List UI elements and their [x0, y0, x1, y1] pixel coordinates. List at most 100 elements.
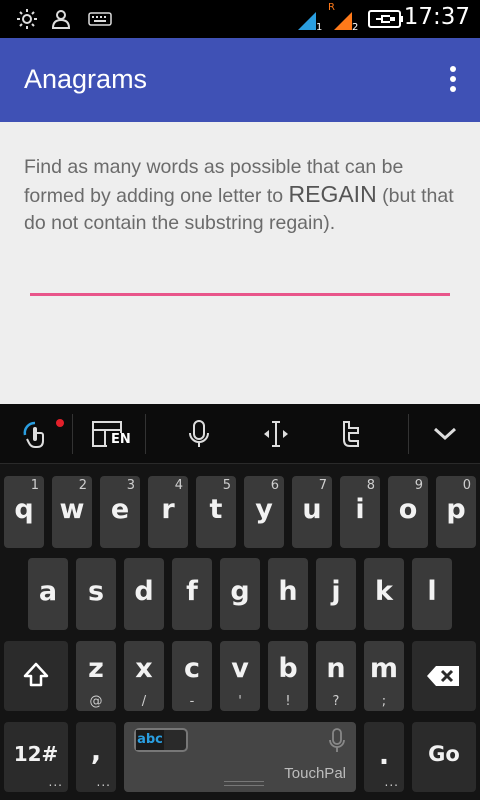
- key-label: u: [302, 494, 322, 525]
- key-label: e: [110, 494, 130, 525]
- answer-input[interactable]: [30, 262, 450, 296]
- comma-key[interactable]: , ...: [76, 722, 116, 792]
- phone-screen: 1 R 2 17:37 Anagrams Find as many words …: [0, 0, 480, 800]
- status-bar: 1 R 2 17:37: [0, 0, 480, 38]
- shift-icon: [23, 662, 49, 687]
- key-label: f: [186, 576, 198, 607]
- battery-charging-icon: [368, 10, 403, 28]
- key-hint: 0: [462, 478, 471, 493]
- brand-label: TouchPal: [284, 765, 346, 782]
- key-q[interactable]: q1: [4, 476, 44, 548]
- cursor-icon: [264, 421, 288, 447]
- key-secondary: /: [141, 694, 147, 709]
- key-a[interactable]: a: [28, 558, 68, 630]
- key-secondary: -: [189, 694, 195, 709]
- key-label: y: [255, 494, 273, 525]
- key-e[interactable]: e3: [100, 476, 140, 548]
- backspace-icon: [427, 666, 459, 686]
- key-hint: 1: [30, 478, 39, 493]
- period-key[interactable]: . ...: [364, 722, 404, 792]
- key-p[interactable]: p0: [436, 476, 476, 548]
- abc-label: abc: [136, 730, 164, 750]
- key-label: w: [59, 494, 85, 525]
- key-m[interactable]: m;: [364, 641, 404, 711]
- key-g[interactable]: g: [220, 558, 260, 630]
- key-label: c: [183, 653, 200, 684]
- key-secondary: ': [238, 694, 242, 709]
- key-b[interactable]: b!: [268, 641, 308, 711]
- key-v[interactable]: v ': [220, 641, 260, 711]
- key-label: q: [14, 494, 34, 525]
- keyboard-toolbar: EN: [0, 404, 480, 464]
- key-label: d: [134, 576, 154, 607]
- key-hint: 6: [270, 478, 279, 493]
- key-label: o: [398, 494, 418, 525]
- clock: 17:37: [403, 4, 470, 30]
- key-label: m: [369, 653, 399, 684]
- key-k[interactable]: k: [364, 558, 404, 630]
- key-z[interactable]: z @: [76, 641, 116, 711]
- sim2-label: 2: [352, 22, 359, 33]
- symbols-more-dots: ...: [48, 775, 63, 789]
- key-hint: 8: [366, 478, 375, 493]
- key-d[interactable]: d: [124, 558, 164, 630]
- key-f[interactable]: f: [172, 558, 212, 630]
- space-key[interactable]: abc TouchPal: [124, 722, 356, 792]
- go-key[interactable]: Go: [412, 722, 476, 792]
- key-w[interactable]: w2: [52, 476, 92, 548]
- key-c[interactable]: c-: [172, 641, 212, 711]
- cursor-button[interactable]: [240, 404, 312, 464]
- shift-key[interactable]: [4, 641, 68, 711]
- key-u[interactable]: u7: [292, 476, 332, 548]
- key-s[interactable]: s: [76, 558, 116, 630]
- key-label: b: [278, 653, 298, 684]
- key-label: k: [375, 576, 393, 607]
- space-bar-line: [224, 785, 264, 786]
- key-label: r: [161, 494, 175, 525]
- key-label: g: [230, 576, 250, 607]
- key-label: h: [278, 576, 298, 607]
- key-h[interactable]: h: [268, 558, 308, 630]
- key-i[interactable]: i8: [340, 476, 380, 548]
- period-more-dots: ...: [384, 775, 399, 789]
- backspace-key[interactable]: [412, 641, 476, 711]
- key-hint: 4: [174, 478, 183, 493]
- key-n[interactable]: n?: [316, 641, 356, 711]
- notification-dot: [56, 419, 64, 427]
- symbols-key[interactable]: 12# ...: [4, 722, 68, 792]
- key-hint: 9: [414, 478, 423, 493]
- go-label: Go: [428, 742, 460, 766]
- key-x[interactable]: x /: [124, 641, 164, 711]
- key-l[interactable]: l: [412, 558, 452, 630]
- key-secondary: !: [285, 694, 291, 709]
- key-label: l: [427, 576, 437, 607]
- key-secondary: @: [89, 694, 103, 709]
- key-label: j: [331, 576, 341, 607]
- key-y[interactable]: y6: [244, 476, 284, 548]
- voice-input-button[interactable]: [163, 404, 235, 464]
- key-hint: 3: [126, 478, 135, 493]
- key-o[interactable]: o9: [388, 476, 428, 548]
- main-content: Find as many words as possible that can …: [0, 122, 480, 404]
- microphone-icon: [189, 420, 209, 447]
- language-toggle[interactable]: abc: [134, 728, 188, 752]
- microphone-icon: [329, 728, 345, 752]
- layout-button[interactable]: EN: [73, 404, 145, 464]
- key-j[interactable]: j: [316, 558, 356, 630]
- key-r[interactable]: r4: [148, 476, 188, 548]
- gesture-button[interactable]: [0, 404, 72, 464]
- collapse-keyboard-button[interactable]: [409, 404, 480, 464]
- key-secondary: ;: [381, 694, 387, 709]
- twitter-icon: [343, 421, 359, 447]
- person-icon: [51, 10, 71, 29]
- key-t[interactable]: t5: [196, 476, 236, 548]
- key-label: t: [209, 494, 223, 525]
- twitter-button[interactable]: [315, 404, 387, 464]
- key-secondary: ?: [332, 694, 340, 709]
- brightness-icon: [17, 9, 37, 29]
- target-word: REGAIN: [288, 181, 377, 207]
- overflow-menu-icon[interactable]: [448, 66, 458, 96]
- app-title: Anagrams: [24, 64, 148, 94]
- comma-more-dots: ...: [96, 775, 111, 789]
- keyboard: q1w2e3r4t5y6u7i8o9p0 asdfghjkl z @ x / c - v ' b…: [0, 464, 480, 800]
